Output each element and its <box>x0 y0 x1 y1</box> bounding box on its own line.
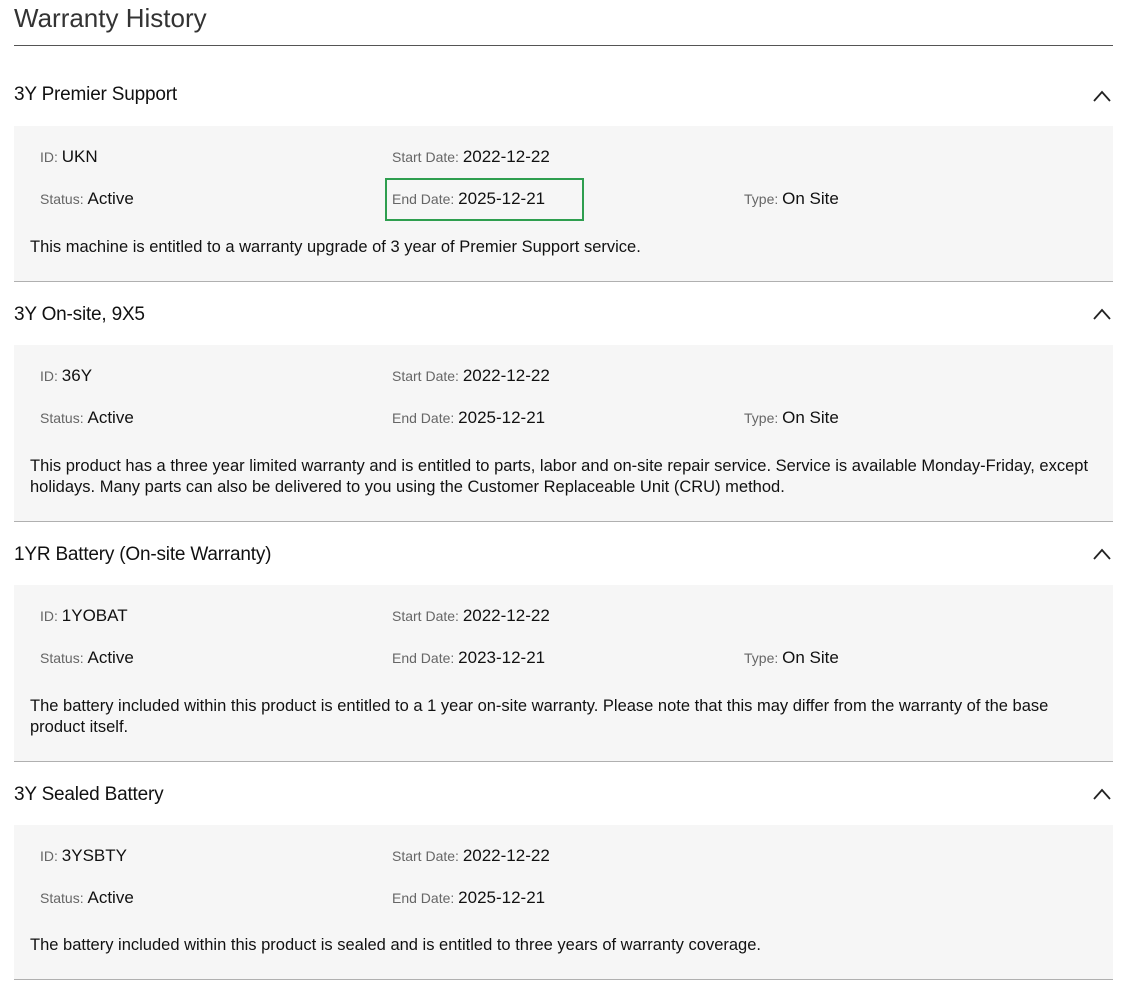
status-value: Active <box>87 648 134 667</box>
id-label: ID <box>40 368 54 384</box>
warranty-section-header[interactable]: 3Y Premier Support <box>14 46 1113 126</box>
warranty-name: 3Y On-site, 9X5 <box>14 304 145 325</box>
id-label: ID <box>40 149 54 165</box>
id-field: ID: 3YSBTY <box>40 846 127 865</box>
warranty-description: This machine is entitled to a warranty u… <box>30 238 641 256</box>
start-date-field: Start Date: 2022-12-22 <box>392 366 550 385</box>
start-date-label: Start Date <box>392 149 456 165</box>
id-value: 3YSBTY <box>61 846 127 865</box>
chevron-up-icon[interactable] <box>1093 308 1111 320</box>
end-date-label: End Date <box>392 410 451 426</box>
warranty-section: 3Y Sealed Battery ID: 3YSBTY Start Date:… <box>14 762 1113 980</box>
status-label: Status <box>40 410 80 426</box>
status-field: Status: Active <box>40 408 134 427</box>
chevron-up-icon[interactable] <box>1093 548 1111 560</box>
status-value: Active <box>87 189 134 208</box>
type-field: Type: On Site <box>744 189 839 208</box>
id-field: ID: 1YOBAT <box>40 606 128 625</box>
id-field: ID: UKN <box>40 147 98 166</box>
warranty-name: 3Y Premier Support <box>14 84 177 105</box>
type-label: Type <box>744 191 775 207</box>
type-field: Type: On Site <box>744 648 839 667</box>
start-date-field: Start Date: 2022-12-22 <box>392 606 550 625</box>
type-label: Type <box>744 650 775 666</box>
warranty-description: The battery included within this product… <box>30 697 1049 736</box>
status-field: Status: Active <box>40 189 134 208</box>
end-date-value: 2023-12-21 <box>458 648 546 667</box>
end-date-value: 2025-12-21 <box>458 408 546 427</box>
status-label: Status <box>40 191 80 207</box>
end-date-field: End Date: 2025-12-21 <box>392 888 546 907</box>
status-value: Active <box>87 888 134 907</box>
warranty-name: 3Y Sealed Battery <box>14 784 164 805</box>
type-value: On Site <box>782 408 839 427</box>
start-date-value: 2022-12-22 <box>462 606 550 625</box>
start-date-label: Start Date <box>392 608 456 624</box>
warranty-details-panel: ID: UKN Start Date: 2022-12-22 Status: A… <box>14 126 1113 282</box>
warranty-history-page: Warranty History 3Y Premier Support ID: … <box>0 0 1129 995</box>
warranty-section: 3Y On-site, 9X5 ID: 36Y Start Date: 2022… <box>14 282 1113 522</box>
warranty-details-panel: ID: 3YSBTY Start Date: 2022-12-22 Status… <box>14 825 1113 980</box>
type-value: On Site <box>782 189 839 208</box>
start-date-field: Start Date: 2022-12-22 <box>392 147 550 166</box>
end-date-value: 2025-12-21 <box>458 888 546 907</box>
start-date-value: 2022-12-22 <box>462 147 550 166</box>
status-field: Status: Active <box>40 888 134 907</box>
type-field: Type: On Site <box>744 408 839 427</box>
start-date-value: 2022-12-22 <box>462 846 550 865</box>
start-date-value: 2022-12-22 <box>462 366 550 385</box>
id-field: ID: 36Y <box>40 366 93 385</box>
status-label: Status <box>40 890 80 906</box>
warranty-name: 1YR Battery (On-site Warranty) <box>14 544 272 565</box>
chevron-up-icon[interactable] <box>1093 788 1111 800</box>
id-label: ID <box>40 848 54 864</box>
warranty-description: This product has a three year limited wa… <box>30 457 1089 496</box>
id-value: 1YOBAT <box>61 606 128 625</box>
warranty-details-panel: ID: 1YOBAT Start Date: 2022-12-22 Status… <box>14 585 1113 762</box>
end-date-field: End Date: 2023-12-21 <box>392 648 546 667</box>
warranty-details-panel: ID: 36Y Start Date: 2022-12-22 Status: A… <box>14 345 1113 522</box>
status-value: Active <box>87 408 134 427</box>
end-date-highlight <box>385 178 584 221</box>
end-date-label: End Date <box>392 890 451 906</box>
page-title: Warranty History <box>14 3 207 33</box>
status-label: Status <box>40 650 80 666</box>
start-date-label: Start Date <box>392 368 456 384</box>
warranty-section: 3Y Premier Support ID: UKN Start Date: 2… <box>14 46 1113 282</box>
start-date-label: Start Date <box>392 848 456 864</box>
type-label: Type <box>744 410 775 426</box>
end-date-label: End Date <box>392 650 451 666</box>
start-date-field: Start Date: 2022-12-22 <box>392 846 550 865</box>
id-value: 36Y <box>61 366 93 385</box>
warranty-description: The battery included within this product… <box>30 936 761 954</box>
id-value: UKN <box>61 147 98 166</box>
type-value: On Site <box>782 648 839 667</box>
chevron-up-icon[interactable] <box>1093 90 1111 102</box>
id-label: ID <box>40 608 54 624</box>
status-field: Status: Active <box>40 648 134 667</box>
end-date-field: End Date: 2025-12-21 <box>392 408 546 427</box>
warranty-section: 1YR Battery (On-site Warranty) ID: 1YOBA… <box>14 522 1113 762</box>
